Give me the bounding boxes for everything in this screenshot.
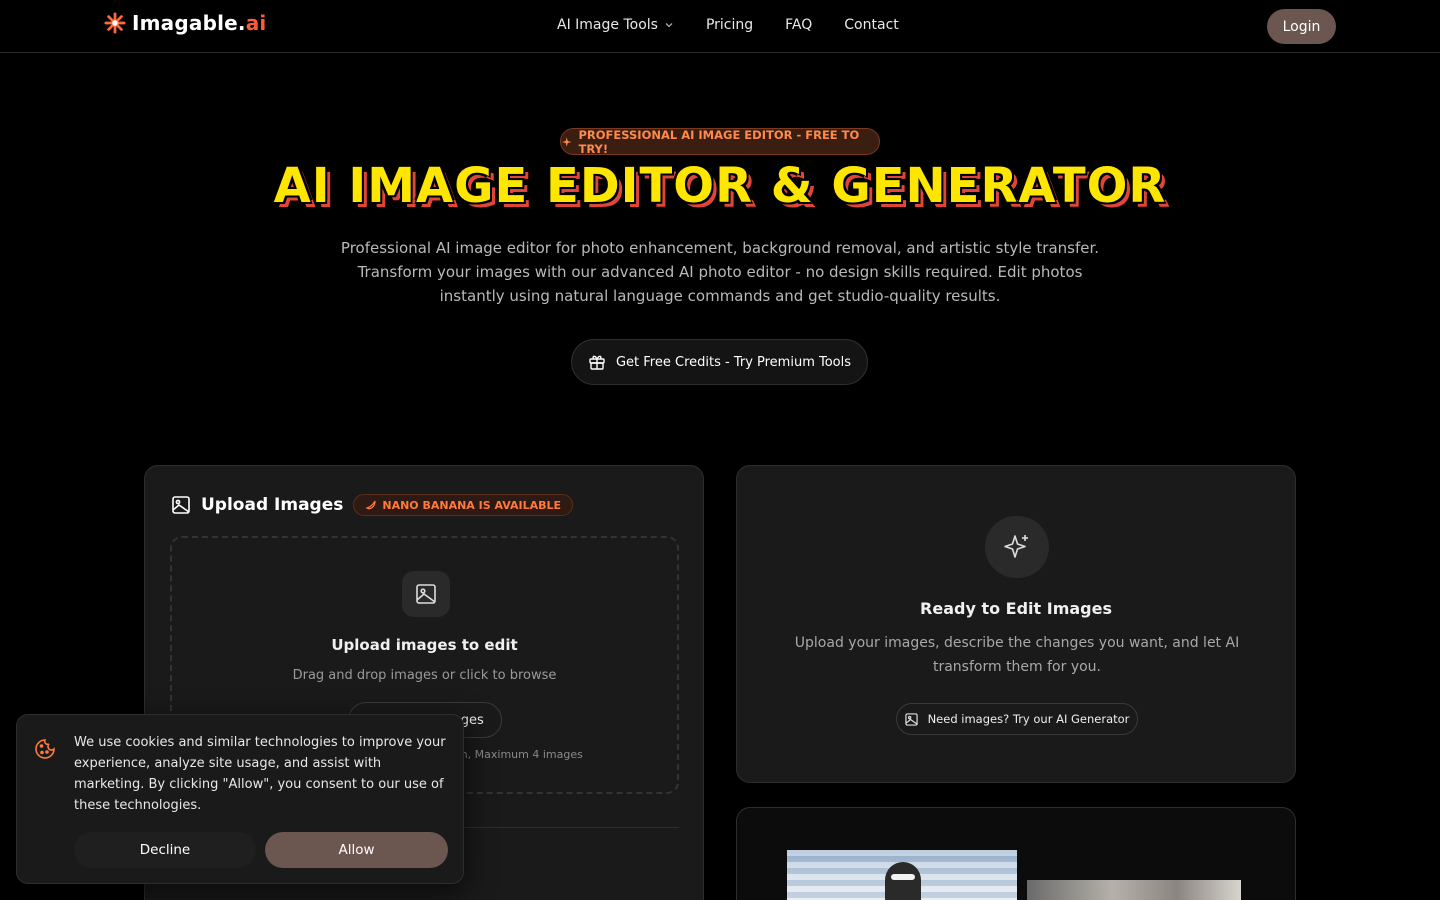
gift-icon <box>589 355 605 370</box>
ai-generator-button[interactable]: Need images? Try our AI Generator <box>896 703 1138 735</box>
chevron-down-icon <box>665 23 673 28</box>
ready-subtitle: Upload your images, describe the changes… <box>794 635 1240 675</box>
image-icon <box>904 712 918 726</box>
upload-header: Upload Images NANO BANANA IS AVAILABLE <box>171 494 574 516</box>
decline-button[interactable]: Decline <box>74 832 256 868</box>
dropzone-title: Upload images to edit <box>331 636 518 654</box>
hero-badge: PROFESSIONAL AI IMAGE EDITOR - FREE TO T… <box>560 128 880 156</box>
get-free-credits-button[interactable]: Get Free Credits - Try Premium Tools <box>571 339 868 385</box>
dropzone-image-icon <box>402 571 450 617</box>
cookie-message: We use cookies and similar technologies … <box>74 735 446 813</box>
cookie-banner: We use cookies and similar technologies … <box>16 714 464 884</box>
image-icon <box>172 496 190 514</box>
hero-subtitle: Professional AI image editor for photo e… <box>340 239 1100 305</box>
banana-icon <box>365 500 377 510</box>
ready-card: Ready to Edit Images Upload your images,… <box>736 465 1296 783</box>
cookie-icon <box>35 739 55 759</box>
hero-title: AI IMAGE EDITOR & GENERATOR <box>273 158 1167 214</box>
example-photo-portrait <box>787 850 1017 900</box>
allow-button[interactable]: Allow <box>265 832 448 868</box>
upload-title: Upload Images <box>201 495 344 515</box>
logo[interactable]: Imagable.ai <box>104 11 267 35</box>
logo-asterisk-icon <box>104 12 126 34</box>
site-header: Imagable.ai AI Image Tools Pricing FAQ C… <box>0 0 1440 53</box>
nav-faq[interactable]: FAQ <box>785 17 812 33</box>
nav-contact[interactable]: Contact <box>844 17 898 33</box>
ready-title: Ready to Edit Images <box>920 599 1112 618</box>
nav-pricing[interactable]: Pricing <box>706 17 753 33</box>
main-nav: AI Image Tools Pricing FAQ Contact <box>557 17 899 33</box>
nav-ai-image-tools[interactable]: AI Image Tools <box>557 17 674 33</box>
example-photo-street <box>1027 880 1241 900</box>
logo-text: Imagable.ai <box>132 11 267 35</box>
sparkles-icon <box>985 516 1049 578</box>
login-button[interactable]: Login <box>1267 9 1336 44</box>
dropzone-subtitle: Drag and drop images or click to browse <box>292 668 557 683</box>
nano-banana-badge: NANO BANANA IS AVAILABLE <box>353 494 574 516</box>
sparkles-icon <box>561 136 572 147</box>
example-gallery-card <box>736 807 1296 900</box>
